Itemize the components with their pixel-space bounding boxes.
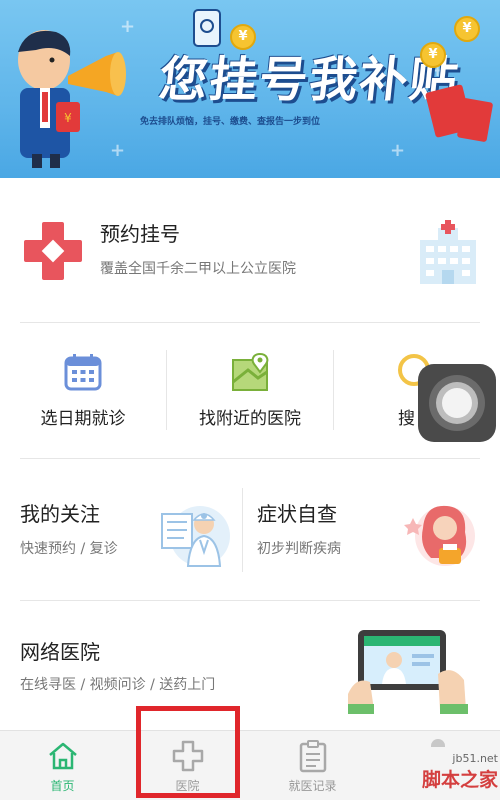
banner-title: 您挂号我补贴 [156,52,463,108]
quick-action-select-date[interactable]: 选日期就诊 [0,324,166,458]
tab-medical-records[interactable]: 就医记录 [250,731,375,800]
banner-subtitle: 免去排队烦恼，挂号、缴费、查报告一步到位 [140,117,321,127]
clipboard-icon [299,740,327,773]
assistive-ring [442,388,472,418]
patient-illustration [404,505,475,566]
symptom-subtitle: 初步判断疾病 [257,541,341,557]
red-packet-icon [456,97,494,143]
watermark: jb51.net 脚本之家 [378,752,498,792]
tab-label: 首页 [50,779,75,793]
assistive-touch-button[interactable] [418,364,496,442]
doctor-illustration [161,506,230,567]
follow-title: 我的关注 [20,502,100,526]
quick-action-label: 找附近的医院 [199,409,301,429]
appointment-title: 预约挂号 [100,222,180,246]
video-consult-illustration [348,630,468,714]
tab-home[interactable]: 首页 [0,731,125,800]
online-title: 网络医院 [20,640,100,664]
symptom-title: 症状自查 [257,502,337,526]
megaphone-man-illustration: ¥ [18,30,126,168]
appointment-entry[interactable]: 预约挂号 覆盖全国千余二甲以上公立医院 [0,178,500,324]
quick-action-nearby-hospital[interactable]: 找附近的医院 [167,324,333,458]
my-follow-card[interactable]: 我的关注 快速预约 / 复诊 [0,458,242,600]
appointment-subtitle: 覆盖全国千余二甲以上公立医院 [100,261,296,277]
decor-plus: + [390,140,406,161]
hospital-building-icon [420,220,476,284]
calendar-icon [64,354,102,391]
online-hospital-card[interactable]: 网络医院 在线寻医 / 视频问诊 / 送药上门 [0,600,500,730]
map-icon [232,352,269,391]
online-subtitle: 在线寻医 / 视频问诊 / 送药上门 [20,677,216,693]
quick-action-label: 搜 [398,409,415,429]
svg-text:¥: ¥ [64,111,72,125]
follow-symptom-section: 我的关注 快速预约 / 复诊 症状自查 初步判断疾病 [0,458,500,600]
home-icon [49,742,77,770]
symptom-check-card[interactable]: 症状自查 初步判断疾病 [243,458,500,600]
tab-label: 就医记录 [288,779,337,793]
follow-subtitle: 快速预约 / 复诊 [20,541,118,557]
coin-icon: ¥ [420,42,446,68]
watermark-url: jb51.net [452,752,498,765]
divider [20,322,480,323]
coin-icon: ¥ [230,24,256,50]
coin-icon: ¥ [454,16,480,42]
tab-icon-partial [431,739,445,747]
watermark-text: 脚本之家 [421,769,498,791]
red-cross-icon [24,222,82,280]
promo-banner[interactable]: + + + + + ¥ 您挂号我补贴 免去排队烦恼，挂号、缴费、查报告一步到位 … [0,0,500,178]
quick-action-label: 选日期就诊 [40,409,126,429]
highlight-box [136,706,240,798]
